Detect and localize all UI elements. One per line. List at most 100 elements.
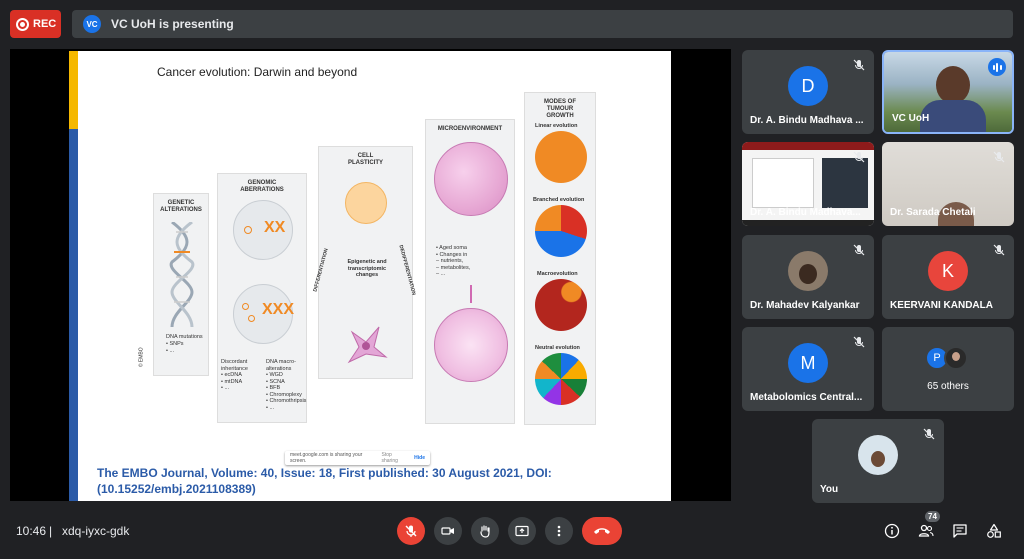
panel-heading: MODES OF TUMOUR GROWTH [543,99,576,119]
tissue-sample-aged [434,308,508,382]
mic-toggle-button[interactable] [397,517,425,545]
raise-hand-button[interactable] [471,517,499,545]
stop-sharing-button[interactable]: Stop sharing [382,452,409,464]
record-icon [16,17,29,31]
info-icon [884,523,900,539]
person-body [920,100,986,132]
people-count-badge: 74 [925,511,940,522]
avatar: D [788,66,828,106]
mode-label: Branched evolution [533,197,585,203]
panel-genetic-alterations: GENETIC ALTERATIONS DNA mutations • SNPs… [139,193,209,376]
others-count: 65 others [927,381,969,392]
cell-diagram: XXX [233,284,294,344]
cancer-evolution-figure: GENETIC ALTERATIONS DNA mutations • SNPs… [139,89,603,434]
mic-off-icon [853,59,865,71]
clock: 10:46 [16,524,47,538]
differentiation-label: DIFFERENTIATION [312,247,330,293]
present-icon [515,525,529,537]
mesenchymal-cell-icon [347,326,388,364]
others-tile[interactable]: P 65 others [882,327,1014,411]
neutral-evolution-icon [535,353,587,405]
meeting-code: xdq-iyxc-gdk [62,524,130,538]
panel-heading: GENETIC ALTERATIONS [160,200,202,213]
participant-tile-speaking[interactable]: VC UoH [882,50,1014,134]
slide-citation: The EMBO Journal, Volume: 40, Issue: 18,… [97,466,552,496]
mic-off-icon [853,336,865,348]
slide-stripe-accent [69,51,78,129]
cell-diagram: XX [233,200,293,260]
recording-label: REC [33,18,57,30]
hang-up-icon [594,528,610,534]
mic-off-icon [993,244,1005,256]
separator: | [49,524,53,538]
shared-slide: Cancer evolution: Darwin and beyond GENE… [69,51,671,501]
panel-note: DNA mutations [166,334,203,340]
panel-heading: MICROENVIRONMENT [437,126,503,132]
panel-heading: CELL PLASTICITY [347,153,383,166]
avatar: K [928,251,968,291]
participant-name: KEERVANI KANDALA [890,300,993,311]
share-notice-text: meet.google.com is sharing your screen. [290,452,363,464]
panel-notes: • Aged soma • Changes in – nutrients, – … [436,245,471,277]
presenter-avatar: VC [83,15,101,33]
tissue-sample-young [434,142,508,216]
panel-heading: GENOMIC ABERRATIONS [240,180,284,193]
dedifferentiation-label: DEDIFFERENTIATION [397,244,417,296]
participant-name: Dr. A. Bindu Madhava... [750,207,861,218]
presentation-stage: Cancer evolution: Darwin and beyond GENE… [10,49,731,501]
screen-share-notice: meet.google.com is sharing your screen. … [285,451,430,465]
participant-tile[interactable]: Dr. Mahadev Kalyankar [742,235,874,319]
linear-evolution-icon [535,131,587,183]
panel-note-right: DNA macro-alterations • WGD • SCNA • BFB… [266,359,307,411]
hand-icon [480,525,490,538]
people-icon [918,524,934,537]
more-options-button[interactable] [545,517,573,545]
mode-label: Macroevolution [537,271,578,277]
macroevolution-icon [535,279,587,331]
participant-name: Dr. Sarada Chetali [890,207,976,218]
dna-helix-icon [169,222,195,327]
participant-name: Dr. A. Bindu Madhava ... [750,115,864,126]
panel-microenvironment: MICROENVIRONMENT • Aged soma • Changes i… [425,119,515,424]
panel-note: • ... [166,348,175,354]
mode-label: Linear evolution [535,123,578,129]
participant-tile[interactable]: M Metabolomics Central... [742,327,874,411]
person-head [936,66,970,104]
panel-genomic-aberrations: GENOMIC ABERRATIONS XX XXX Discordant in… [217,173,307,423]
participant-name: Dr. Mahadev Kalyankar [750,300,860,311]
avatar [858,435,898,475]
participant-name: VC UoH [892,113,930,124]
plasticity-label: Epigenetic and transcriptomic changes [347,259,387,278]
present-screen-button[interactable] [508,517,536,545]
participant-tile[interactable]: Dr. A. Bindu Madhava... [742,142,874,226]
people-button[interactable] [916,521,936,541]
recording-indicator: REC [10,10,61,38]
participant-tile[interactable]: K KEERVANI KANDALA [882,235,1014,319]
participant-tile[interactable]: D Dr. A. Bindu Madhava ... [742,50,874,134]
presenting-banner: VC VC UoH is presenting [72,10,1013,38]
leave-call-button[interactable] [582,517,622,545]
chat-button[interactable] [950,521,970,541]
camera-icon [441,527,454,535]
speaking-indicator-icon [988,58,1006,76]
meeting-details-button[interactable] [882,521,902,541]
activities-button[interactable] [984,521,1004,541]
more-vertical-icon [557,525,561,537]
participant-name: You [820,484,839,495]
hide-notice-button[interactable]: Hide [414,455,425,461]
slide-watermark: © EMBO [138,347,145,368]
participant-tile[interactable]: Dr. Sarada Chetali [882,142,1014,226]
panel-cell-plasticity: CELL PLASTICITY Epigenetic and transcrip… [312,146,417,379]
panel-note: • SNPs [166,341,184,347]
chat-icon [953,524,967,538]
slide-title: Cancer evolution: Darwin and beyond [157,65,358,79]
mic-off-icon [853,244,865,256]
avatar [788,251,828,291]
avatar: M [788,343,828,383]
participant-name: Metabolomics Central... [750,392,863,403]
avatar [944,346,968,370]
self-tile[interactable]: You [812,419,944,503]
mic-off-icon [993,151,1005,163]
panel-tumour-growth: MODES OF TUMOUR GROWTH Linear evolution … [524,92,596,425]
camera-toggle-button[interactable] [434,517,462,545]
